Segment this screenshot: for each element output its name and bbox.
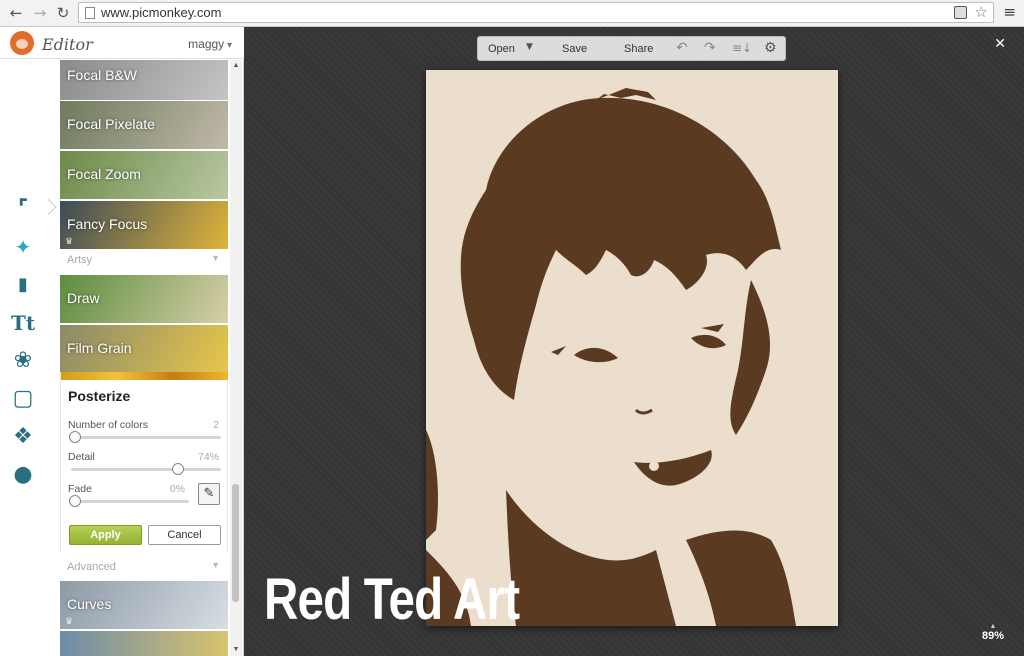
effect-film-grain[interactable]: Film Grain [60, 325, 228, 373]
number-of-colors-slider[interactable] [71, 436, 221, 439]
effect-fancy-focus[interactable]: Fancy Focus ♛ [60, 201, 228, 249]
premium-crown-icon: ♛ [65, 236, 74, 246]
paintbrush-icon[interactable]: ✎ [198, 483, 220, 505]
extension-icon[interactable] [954, 6, 967, 19]
posterize-thumbnail-strip [61, 372, 228, 380]
posterized-boy-image [426, 70, 838, 626]
file-menu-bar: Open ▼ Save Share ↶ ↷ ≡↓ ⚙ [477, 36, 786, 61]
posterize-panel: Posterize Number of colors 2 Detail 74% … [60, 372, 228, 552]
zoom-up-arrow-icon[interactable]: ▲ [982, 623, 1004, 630]
forward-arrow-icon[interactable]: → [30, 3, 50, 23]
effects-wand-icon[interactable]: ✦ [8, 232, 38, 262]
detail-label: Detail [68, 451, 95, 463]
effect-label: Focal Zoom [67, 166, 141, 182]
effects-scrollbar[interactable]: ▲ ▼ [230, 60, 242, 656]
address-bar[interactable]: www.picmonkey.com ☆ [78, 2, 994, 23]
open-menu[interactable]: Open [488, 43, 515, 55]
crop-icon[interactable]: ⌜ [8, 194, 38, 224]
effects-list: Focal B&W Focal Pixelate Focal Zoom Fanc… [60, 60, 228, 656]
effect-next[interactable] [60, 631, 228, 656]
back-arrow-icon[interactable]: ← [6, 3, 26, 23]
zoom-level[interactable]: ▲ 89% [982, 623, 1004, 642]
text-icon[interactable]: Tt [8, 308, 38, 338]
premium-crown-icon: ♛ [65, 616, 74, 626]
effect-label: Film Grain [67, 340, 132, 356]
close-icon[interactable]: ✕ [994, 36, 1006, 52]
fade-slider[interactable] [71, 500, 189, 503]
section-artsy[interactable]: Artsy ▼ [60, 247, 228, 273]
effect-focal-pixelate[interactable]: Focal Pixelate [60, 101, 228, 149]
detail-slider[interactable] [71, 468, 221, 471]
number-of-colors-label: Number of colors [68, 419, 148, 431]
apply-button[interactable]: Apply [69, 525, 142, 545]
effect-label: Curves [67, 596, 112, 612]
fade-label: Fade [68, 483, 92, 495]
overlays-butterfly-icon[interactable]: ❀ [8, 346, 38, 376]
effect-draw[interactable]: Draw [60, 275, 228, 323]
section-advanced[interactable]: Advanced ▼ [60, 554, 228, 580]
effect-focal-bw[interactable]: Focal B&W [60, 60, 228, 100]
section-label: Artsy [67, 254, 93, 266]
chevron-down-icon[interactable]: ▼ [526, 42, 533, 52]
number-of-colors-value: 2 [213, 419, 219, 431]
bookmark-star-icon[interactable]: ☆ [975, 3, 988, 21]
textures-icon[interactable]: ❖ [8, 422, 38, 452]
detail-value: 74% [197, 451, 219, 463]
fade-thumb[interactable] [69, 495, 81, 507]
browser-toolbar: ← → ↻ www.picmonkey.com ☆ ≡ [0, 0, 1024, 27]
posterize-title: Posterize [68, 388, 131, 404]
watermark-text: Red Ted Art [264, 567, 520, 632]
frames-icon[interactable]: ▢ [8, 384, 38, 414]
canvas-area: Open ▼ Save Share ↶ ↷ ≡↓ ⚙ ✕ ▲ 89% [244, 27, 1024, 656]
scroll-down-arrow-icon[interactable]: ▼ [230, 644, 242, 656]
undo-icon[interactable]: ↶ [676, 40, 688, 56]
scroll-up-arrow-icon[interactable]: ▲ [230, 60, 242, 72]
page-icon [85, 7, 95, 19]
touch-up-lipstick-icon[interactable]: ▮ [8, 270, 38, 300]
reload-icon[interactable]: ↻ [53, 3, 73, 23]
effect-label: Focal B&W [67, 67, 138, 83]
effect-label: Draw [67, 290, 100, 306]
editor-header: Editor maggy [0, 27, 244, 59]
fade-value: 0% [169, 483, 185, 495]
hamburger-menu-icon[interactable]: ≡ [1003, 3, 1016, 21]
layers-icon[interactable]: ≡↓ [732, 41, 752, 55]
zoom-value: 89% [981, 630, 1004, 642]
settings-gear-icon[interactable]: ⚙ [764, 40, 777, 56]
chevron-down-icon: ▼ [211, 560, 220, 570]
chevron-down-icon: ▼ [211, 253, 220, 263]
section-label: Advanced [67, 561, 116, 573]
save-button[interactable]: Save [562, 43, 587, 55]
cancel-button[interactable]: Cancel [148, 525, 221, 545]
detail-thumb[interactable] [172, 463, 184, 475]
effect-focal-zoom[interactable]: Focal Zoom [60, 151, 228, 199]
posterized-photo [426, 70, 838, 626]
tool-sidebar: ⌜ ✦ ▮ Tt ❀ ▢ ❖ ● [0, 60, 46, 656]
url-text: www.picmonkey.com [101, 5, 222, 20]
effect-label: Focal Pixelate [67, 116, 155, 132]
effect-curves[interactable]: Curves ♛ [60, 581, 228, 629]
themes-apple-icon[interactable]: ● [8, 460, 38, 490]
scroll-thumb[interactable] [232, 484, 239, 602]
editor-title: Editor [42, 35, 93, 54]
user-menu[interactable]: maggy [188, 37, 232, 51]
share-button[interactable]: Share [624, 43, 653, 55]
picmonkey-logo-icon [10, 31, 34, 55]
effect-label: Fancy Focus [67, 216, 148, 232]
number-of-colors-thumb[interactable] [69, 431, 81, 443]
redo-icon[interactable]: ↷ [704, 40, 716, 56]
left-panel: Editor maggy ⌜ ✦ ▮ Tt ❀ ▢ ❖ ● Focal B&W … [0, 27, 244, 656]
